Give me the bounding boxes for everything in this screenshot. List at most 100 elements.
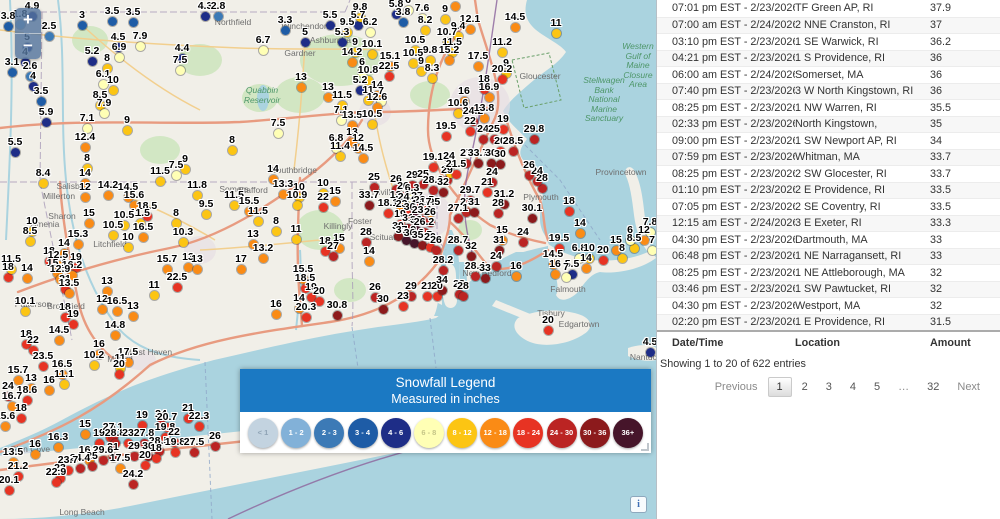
- snowfall-marker[interactable]: [490, 135, 499, 144]
- snowfall-marker[interactable]: [114, 43, 123, 52]
- snowfall-marker[interactable]: [163, 423, 172, 432]
- snowfall-marker[interactable]: [392, 185, 401, 194]
- snowfall-marker[interactable]: [170, 438, 179, 447]
- snowfall-marker[interactable]: [173, 283, 182, 292]
- table-row[interactable]: 02:33 pm EST - 2/23/2026North Kingstown,…: [657, 116, 1000, 133]
- snowfall-marker[interactable]: [576, 229, 585, 238]
- snowfall-marker[interactable]: [8, 68, 17, 77]
- snowfall-marker[interactable]: [29, 82, 38, 91]
- snowfall-marker[interactable]: [4, 392, 13, 401]
- table-row[interactable]: 12:15 am EST - 2/24/20263 E Exeter, RI33…: [657, 215, 1000, 232]
- snowfall-marker[interactable]: [104, 191, 113, 200]
- snowfall-marker[interactable]: [4, 273, 13, 282]
- snowfall-marker[interactable]: [343, 28, 352, 37]
- snowfall-marker[interactable]: [648, 246, 657, 255]
- snowfall-marker[interactable]: [7, 265, 16, 274]
- snowfall-marker[interactable]: [201, 12, 210, 21]
- info-button[interactable]: i: [630, 496, 647, 513]
- snowfall-marker[interactable]: [156, 177, 165, 186]
- snowfall-marker[interactable]: [124, 358, 133, 367]
- snowfall-marker[interactable]: [319, 189, 328, 198]
- snowfall-marker[interactable]: [407, 292, 416, 301]
- snowfall-marker[interactable]: [178, 54, 187, 63]
- snowfall-marker[interactable]: [292, 235, 301, 244]
- snowfall-marker[interactable]: [618, 254, 627, 263]
- snowfall-map[interactable]: 4.91.83.82.53543.12.643.55.95.53.53.54.5…: [0, 0, 657, 519]
- snowfall-marker[interactable]: [358, 68, 367, 77]
- snowfall-marker[interactable]: [14, 376, 23, 385]
- snowfall-marker[interactable]: [335, 244, 344, 253]
- snowfall-marker[interactable]: [230, 201, 239, 210]
- snowfall-marker[interactable]: [136, 219, 145, 228]
- snowfall-marker[interactable]: [274, 129, 283, 138]
- pagination-page-4[interactable]: 4: [842, 378, 864, 396]
- snowfall-marker[interactable]: [109, 453, 118, 462]
- snowfall-marker[interactable]: [90, 361, 99, 370]
- snowfall-marker[interactable]: [113, 307, 122, 316]
- snowfall-marker[interactable]: [161, 433, 170, 442]
- snowfall-marker[interactable]: [76, 464, 85, 473]
- snowfall-marker[interactable]: [480, 114, 489, 123]
- snowfall-marker[interactable]: [528, 214, 537, 223]
- snowfall-marker[interactable]: [599, 256, 608, 265]
- snowfall-marker[interactable]: [78, 21, 87, 30]
- snowfall-marker[interactable]: [368, 50, 377, 59]
- snowfall-marker[interactable]: [100, 109, 109, 118]
- snowfall-marker[interactable]: [365, 201, 374, 210]
- snowfall-marker[interactable]: [111, 439, 120, 448]
- snowfall-marker[interactable]: [172, 219, 181, 228]
- snowfall-marker[interactable]: [31, 450, 40, 459]
- table-row[interactable]: 01:10 pm EST - 2/23/20262 E Providence, …: [657, 182, 1000, 199]
- snowfall-marker[interactable]: [530, 135, 539, 144]
- column-header-date-time[interactable]: Date/Time: [657, 337, 795, 349]
- snowfall-marker[interactable]: [163, 265, 172, 274]
- snowfall-marker[interactable]: [172, 171, 181, 180]
- snowfall-marker[interactable]: [27, 384, 36, 393]
- snowfall-marker[interactable]: [150, 291, 159, 300]
- snowfall-marker[interactable]: [426, 56, 435, 65]
- snowfall-marker[interactable]: [272, 310, 281, 319]
- snowfall-marker[interactable]: [42, 118, 51, 127]
- snowfall-marker[interactable]: [404, 6, 413, 15]
- zoom-in-button[interactable]: +: [15, 8, 41, 33]
- pagination-next[interactable]: Next: [949, 378, 988, 396]
- snowfall-marker[interactable]: [646, 348, 655, 357]
- snowfall-marker[interactable]: [8, 402, 17, 411]
- snowfall-marker[interactable]: [68, 271, 77, 280]
- snowfall-marker[interactable]: [103, 64, 112, 73]
- table-row[interactable]: 07:59 pm EST - 2/23/2026Whitman, MA33.7: [657, 149, 1000, 166]
- snowfall-marker[interactable]: [171, 448, 180, 457]
- snowfall-marker[interactable]: [470, 208, 479, 217]
- snowfall-marker[interactable]: [551, 270, 560, 279]
- zoom-out-button[interactable]: −: [15, 33, 41, 59]
- snowfall-marker[interactable]: [525, 171, 534, 180]
- snowfall-marker[interactable]: [81, 430, 90, 439]
- snowfall-marker[interactable]: [193, 265, 202, 274]
- snowfall-marker[interactable]: [460, 97, 469, 106]
- snowfall-marker[interactable]: [454, 214, 463, 223]
- snowfall-marker[interactable]: [474, 159, 483, 168]
- snowfall-marker[interactable]: [301, 284, 310, 293]
- snowfall-marker[interactable]: [5, 486, 14, 495]
- table-row[interactable]: 04:21 pm EST - 2/23/20261 S Providence, …: [657, 50, 1000, 67]
- snowfall-marker[interactable]: [498, 48, 507, 57]
- snowfall-marker[interactable]: [95, 350, 104, 359]
- snowfall-marker[interactable]: [469, 117, 478, 126]
- snowfall-marker[interactable]: [109, 86, 118, 95]
- snowfall-marker[interactable]: [279, 190, 288, 199]
- snowfall-marker[interactable]: [429, 163, 438, 172]
- snowfall-marker[interactable]: [129, 312, 138, 321]
- snowfall-marker[interactable]: [441, 15, 450, 24]
- snowfall-marker[interactable]: [99, 456, 108, 465]
- snowfall-marker[interactable]: [26, 72, 35, 81]
- snowfall-marker[interactable]: [386, 62, 395, 71]
- snowfall-marker[interactable]: [392, 10, 401, 19]
- snowfall-marker[interactable]: [351, 48, 360, 57]
- snowfall-marker[interactable]: [130, 201, 139, 210]
- snowfall-marker[interactable]: [485, 93, 494, 102]
- snowfall-marker[interactable]: [399, 302, 408, 311]
- snowfall-marker[interactable]: [45, 257, 54, 266]
- snowfall-marker[interactable]: [445, 162, 454, 171]
- snowfall-marker[interactable]: [368, 120, 377, 129]
- snowfall-marker[interactable]: [480, 85, 489, 94]
